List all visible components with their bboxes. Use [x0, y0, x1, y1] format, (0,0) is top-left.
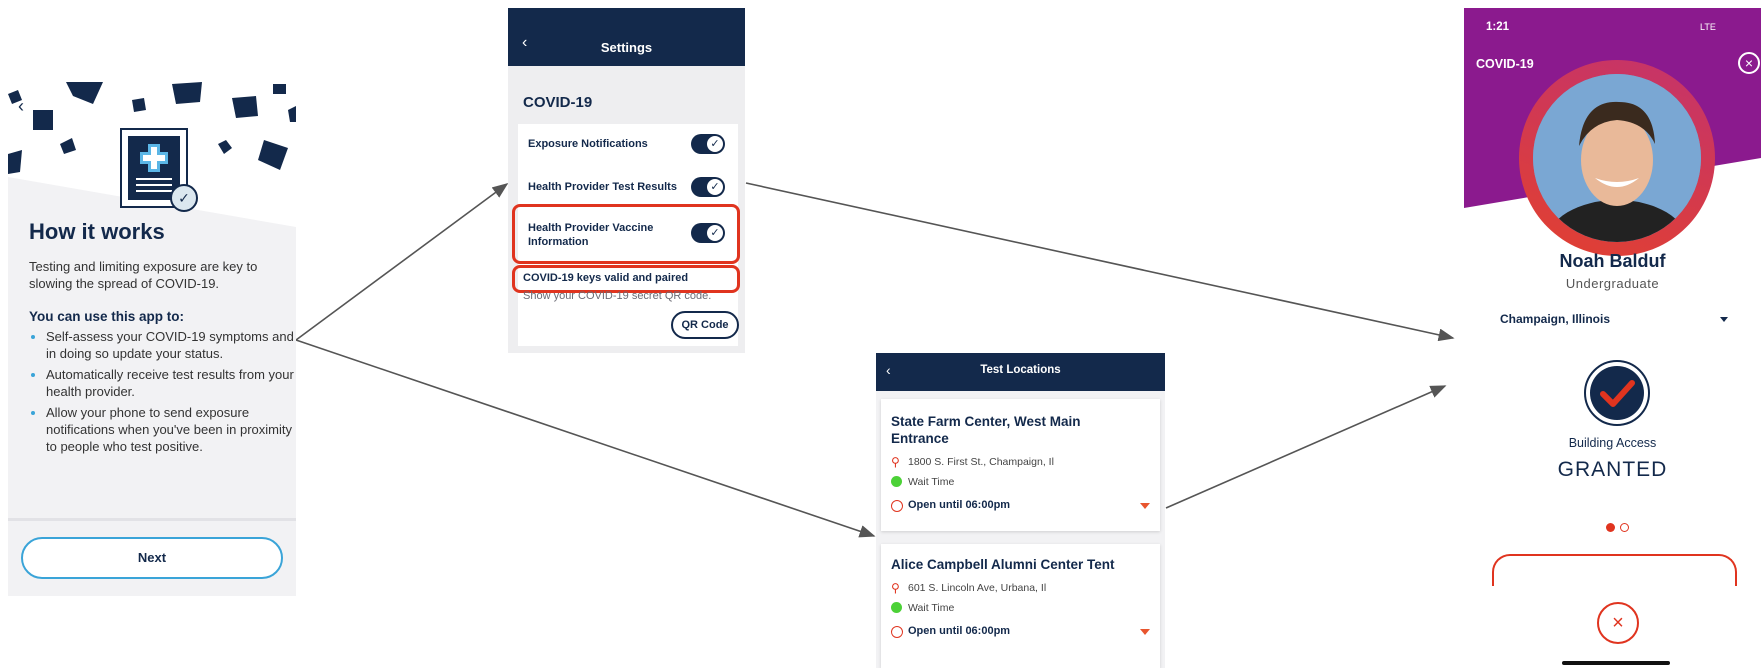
location-address: 601 S. Lincoln Ave, Urbana, Il — [908, 582, 1047, 594]
arrow-howitworks-to-locations — [295, 339, 876, 538]
qr-code-button[interactable]: QR Code — [671, 311, 739, 339]
divider — [8, 518, 296, 521]
list-item: Allow your phone to send exposure notifi… — [46, 404, 296, 455]
check-icon: ✓ — [707, 225, 723, 241]
back-chevron-icon[interactable]: ‹ — [18, 96, 24, 117]
setting-vaccine-info-label: Health Provider Vaccine Information — [528, 222, 654, 248]
home-indicator — [1562, 661, 1670, 665]
clock-icon — [891, 626, 903, 638]
page-indicator-inactive[interactable] — [1620, 523, 1629, 532]
feature-list: Self-assess your COVID-19 symptoms and i… — [29, 328, 296, 459]
keys-status: COVID-19 keys valid and paired — [523, 272, 689, 284]
clock-icon — [891, 500, 903, 512]
close-icon[interactable]: × — [1738, 52, 1760, 74]
location-name: State Farm Center, West Main Entrance — [891, 414, 1081, 446]
chevron-down-icon[interactable] — [1720, 317, 1728, 322]
how-it-works-screen: ‹ ✓ How it works Testing and limiting ex… — [8, 82, 296, 596]
access-label: Building Access — [1568, 436, 1657, 450]
user-name: Noah Balduf — [1559, 251, 1666, 271]
check-badge-icon: ✓ — [170, 184, 198, 212]
check-icon: ✓ — [707, 136, 723, 152]
location-card[interactable]: State Farm Center, West Main Entrance ⚲ … — [881, 399, 1160, 531]
section-title: COVID-19 — [523, 94, 593, 111]
expand-caret-icon[interactable] — [1140, 629, 1150, 635]
wait-status-dot — [891, 476, 902, 487]
test-locations-title: Test Locations — [980, 364, 1061, 376]
settings-screen: ‹ Settings COVID-19 Exposure Notificatio… — [508, 8, 745, 353]
expand-caret-icon[interactable] — [1140, 503, 1150, 509]
map-pin-icon: ⚲ — [891, 581, 900, 595]
subheading: You can use this app to: — [29, 309, 185, 324]
hours-label: Open until 06:00pm — [908, 625, 1011, 637]
close-icon[interactable]: × — [1597, 602, 1639, 644]
arrow-locations-to-access — [1165, 385, 1447, 509]
test-locations-screen: ‹ Test Locations State Farm Center, West… — [876, 353, 1165, 668]
check-icon: ✓ — [707, 179, 723, 195]
user-role: Undergraduate — [1565, 276, 1660, 291]
next-button[interactable]: Next — [21, 537, 283, 579]
card-edge — [1492, 554, 1737, 586]
vaccine-info-toggle[interactable]: ✓ — [691, 223, 725, 243]
arrow-howitworks-to-settings — [295, 183, 509, 341]
test-results-toggle[interactable]: ✓ — [691, 177, 725, 197]
list-item: Self-assess your COVID-19 symptoms and i… — [46, 328, 296, 362]
arrow-settings-to-access — [745, 182, 1455, 342]
setting-exposure-notifications-label: Exposure Notifications — [528, 138, 648, 150]
location-selector[interactable]: Champaign, Illinois — [1500, 312, 1610, 326]
location-address: 1800 S. First St., Champaign, Il — [908, 456, 1054, 468]
intro-text: Testing and limiting exposure are key to… — [29, 259, 258, 291]
settings-header — [508, 8, 745, 66]
app-title: COVID-19 — [1476, 57, 1534, 71]
wait-time-label: Wait Time — [908, 476, 955, 488]
avatar — [1533, 74, 1701, 242]
wait-time-label: Wait Time — [908, 602, 955, 614]
page-title: How it works — [29, 219, 165, 244]
map-pin-icon: ⚲ — [891, 455, 900, 469]
status-network: LTE — [1700, 22, 1716, 32]
exposure-notifications-toggle[interactable]: ✓ — [691, 134, 725, 154]
qr-description: Show your COVID-19 secret QR code. — [523, 290, 712, 302]
setting-test-results-label: Health Provider Test Results — [528, 181, 677, 193]
hours-label: Open until 06:00pm — [908, 499, 1011, 511]
access-badge — [1584, 360, 1650, 426]
checkmark-icon — [1590, 366, 1644, 420]
access-status: GRANTED — [1557, 458, 1668, 481]
status-time: 1:21 — [1486, 21, 1510, 33]
page-indicator-active[interactable] — [1606, 523, 1615, 532]
location-name: Alice Campbell Alumni Center Tent — [891, 557, 1115, 572]
wait-status-dot — [891, 602, 902, 613]
building-access-screen: 1:21 LTE COVID-19 × Noah Balduf Undergra… — [1464, 8, 1761, 668]
location-card[interactable]: Alice Campbell Alumni Center Tent ⚲ 601 … — [881, 544, 1160, 668]
list-item: Automatically receive test results from … — [46, 366, 296, 400]
settings-title: Settings — [600, 40, 653, 55]
